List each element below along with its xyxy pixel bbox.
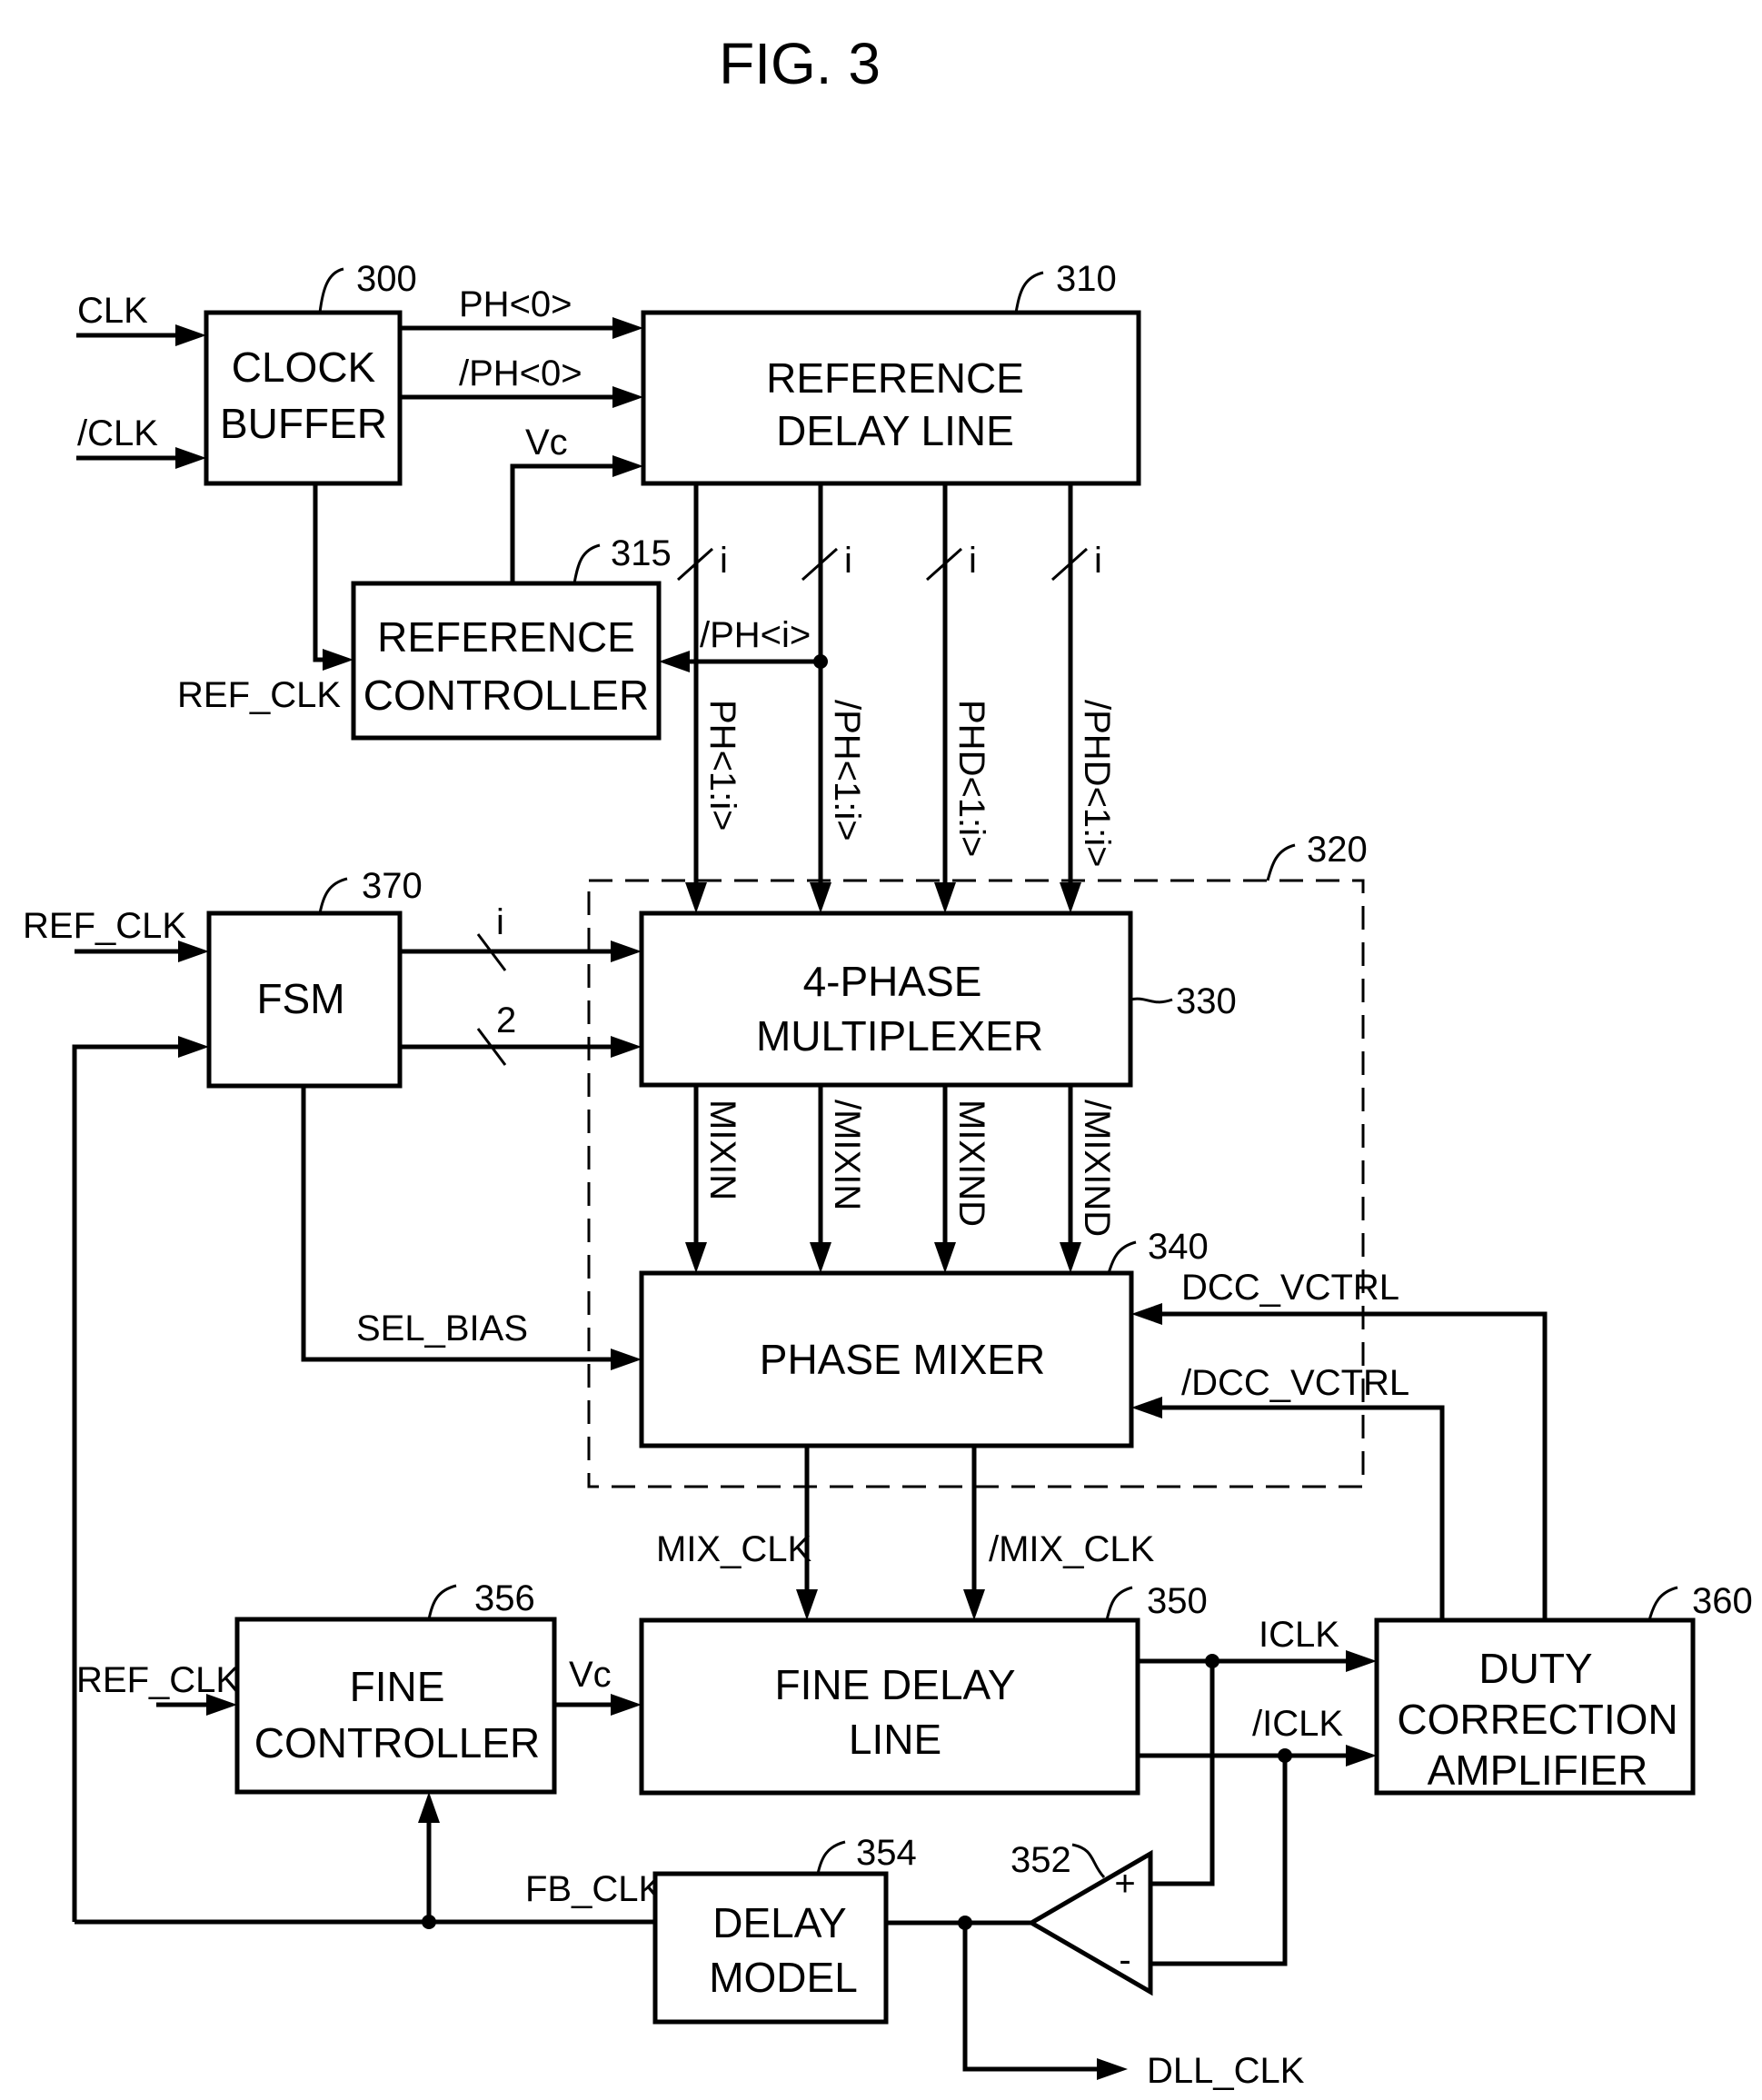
mix-clk-b-label: /MIX_CLK xyxy=(989,1529,1155,1569)
bus-width-i-4: i xyxy=(1094,541,1102,581)
mixind-b-label: /MIXIND xyxy=(1077,1100,1117,1237)
comparator-minus: - xyxy=(1119,1940,1130,1980)
delay-model-ref: 354 xyxy=(856,1833,917,1873)
reference-delay-line-label-1: REFERENCE xyxy=(766,354,1024,402)
delay-model-block: DELAY MODEL 354 xyxy=(652,1833,917,2025)
fine-delay-line-label-1: FINE DELAY xyxy=(775,1661,1016,1708)
four-phase-mux-block: 4-PHASE MULTIPLEXER 330 xyxy=(639,911,1237,1088)
figure-title: FIG. 3 xyxy=(719,31,881,96)
sel-bias-label: SEL_BIAS xyxy=(356,1309,528,1349)
fb-clk-label: FB_CLK xyxy=(525,1869,662,1909)
reference-delay-line-label-2: DELAY LINE xyxy=(776,407,1014,454)
vc-fine-label: Vc xyxy=(569,1655,612,1695)
phd-bus-label: PHD<1:i> xyxy=(951,700,991,857)
reference-delay-line-block: REFERENCE DELAY LINE 310 xyxy=(641,259,1141,486)
dcc-vctrl-label: DCC_VCTRL xyxy=(1181,1268,1399,1308)
delay-model-label-2: MODEL xyxy=(709,1954,858,2001)
ph-i-b-label: /PH<i> xyxy=(700,615,811,655)
clock-buffer-label-1: CLOCK xyxy=(232,343,376,391)
vc-top-label: Vc xyxy=(525,423,568,463)
fsm-block: FSM 370 xyxy=(206,866,423,1089)
clock-buffer-block: CLOCK BUFFER 300 xyxy=(204,259,417,486)
phd-bus-b-label: /PHD<1:i> xyxy=(1077,700,1117,868)
fine-controller-block: FINE CONTROLLER 356 xyxy=(234,1578,557,1795)
fine-delay-line-label-2: LINE xyxy=(849,1716,941,1763)
dca-ref: 360 xyxy=(1692,1581,1753,1621)
dcc-vctrl-b-label: /DCC_VCTRL xyxy=(1181,1363,1409,1403)
dca-label-2: CORRECTION xyxy=(1397,1696,1677,1743)
dll-block-diagram: FIG. 3 CLOCK BUFFER 300 CLK /CLK PH<0> /… xyxy=(23,31,1753,2091)
phase-mixer-block: PHASE MIXER 340 xyxy=(639,1227,1209,1448)
fsm-bus-i-label: i xyxy=(496,902,504,942)
phase-mixer-ref: 340 xyxy=(1148,1227,1209,1267)
fine-delay-line-block: FINE DELAY LINE 350 xyxy=(639,1581,1208,1796)
ref-clk-fsm-label: REF_CLK xyxy=(23,906,186,946)
fsm-label: FSM xyxy=(256,975,344,1022)
four-phase-mux-label-1: 4-PHASE xyxy=(803,958,982,1005)
fsm-bus-2-label: 2 xyxy=(496,1000,516,1040)
dll-clk-label: DLL_CLK xyxy=(1147,2051,1305,2091)
iclk-b-label: /ICLK xyxy=(1252,1704,1343,1744)
mixind-label: MIXIND xyxy=(951,1100,991,1227)
ph-bus-label: PH<1:i> xyxy=(702,700,742,831)
iclk-label: ICLK xyxy=(1259,1615,1339,1655)
phase-buses: i i i i PH<1:i> /PH<1:i> PHD<1:i> /PHD<1… xyxy=(676,483,1117,913)
fine-delay-line-ref: 350 xyxy=(1147,1581,1208,1621)
fsm-ref: 370 xyxy=(362,866,423,906)
reference-controller-label-1: REFERENCE xyxy=(377,613,635,661)
delay-model-label-1: DELAY xyxy=(712,1899,846,1946)
comparator-352: + - 352 xyxy=(1010,1840,1153,1996)
reference-controller-ref: 315 xyxy=(611,533,672,573)
ph0-b-label: /PH<0> xyxy=(459,353,582,393)
dca-label-3: AMPLIFIER xyxy=(1428,1747,1648,1794)
bus-width-i-1: i xyxy=(720,541,728,581)
fine-controller-label-1: FINE xyxy=(350,1663,445,1710)
duty-correction-amplifier-block: DUTY CORRECTION AMPLIFIER 360 xyxy=(1374,1581,1753,1796)
clock-buffer-ref: 300 xyxy=(356,259,417,299)
ph-bus-b-label: /PH<1:i> xyxy=(827,700,867,841)
ph0-label: PH<0> xyxy=(459,284,572,324)
fine-controller-ref: 356 xyxy=(474,1578,535,1618)
clk-label: CLK xyxy=(77,291,148,331)
four-phase-mux-ref: 330 xyxy=(1176,981,1237,1021)
fine-controller-label-2: CONTROLLER xyxy=(254,1719,540,1767)
bus-width-i-2: i xyxy=(844,541,852,581)
reference-delay-line-ref: 310 xyxy=(1056,259,1117,299)
bus-width-i-3: i xyxy=(969,541,977,581)
dca-label-1: DUTY xyxy=(1478,1645,1592,1692)
phase-mixer-label: PHASE MIXER xyxy=(760,1336,1045,1383)
clk-b-label: /CLK xyxy=(77,413,158,453)
ref-clk-top-label: REF_CLK xyxy=(177,675,341,715)
clock-buffer-label-2: BUFFER xyxy=(220,400,387,447)
four-phase-mux-label-2: MULTIPLEXER xyxy=(756,1012,1043,1060)
reference-controller-label-2: CONTROLLER xyxy=(363,672,649,719)
mix-clk-label: MIX_CLK xyxy=(656,1529,811,1569)
comparator-plus: + xyxy=(1114,1864,1135,1904)
block-320-ref: 320 xyxy=(1307,830,1368,870)
mixer-input-buses: MIXIN /MIXIN MIXIND /MIXIND xyxy=(685,1085,1117,1273)
mixin-b-label: /MIXIN xyxy=(827,1100,867,1210)
ref-clk-fine-label: REF_CLK xyxy=(76,1660,240,1700)
comparator-ref: 352 xyxy=(1010,1840,1071,1880)
mixin-label: MIXIN xyxy=(702,1100,742,1200)
